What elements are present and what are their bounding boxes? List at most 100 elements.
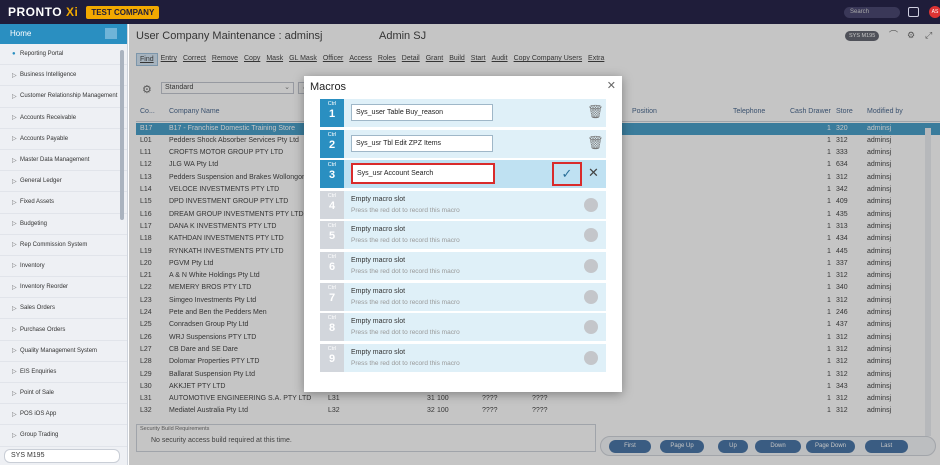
sidebar-item[interactable]: ▷ Point of Sale (0, 383, 127, 405)
empty-slot-title: Empty macro slot (351, 318, 406, 326)
sidebar-item[interactable]: ▷ Accounts Payable (0, 129, 127, 150)
chevron-right-icon: ▷ (12, 305, 17, 312)
empty-slot-title: Empty macro slot (351, 287, 406, 295)
sidebar-item[interactable]: ▷ Purchase Orders (0, 319, 127, 341)
sidebar-item[interactable]: ▷ Quality Management System (0, 341, 127, 362)
trash-icon[interactable]: 🗑 (587, 136, 604, 149)
record-button[interactable] (584, 289, 598, 304)
window-icon[interactable] (908, 7, 919, 17)
ctrl-label: Ctrl (327, 254, 337, 260)
sidebar-footer-field[interactable]: SYS M195 (4, 449, 120, 463)
sidebar-item[interactable]: ▷ POS iOS App (0, 404, 127, 426)
sidebar-item-label: Accounts Payable (20, 135, 69, 142)
company-badge: TEST COMPANY (86, 5, 160, 19)
sidebar-item-label: Sales Orders (20, 305, 56, 312)
macro-slot: Ctrl 2 Sys_usr Tbl Edit ZPZ Items 🗑 (320, 129, 606, 158)
sidebar-item[interactable]: ● Reporting Portal (0, 44, 127, 66)
sidebar-item[interactable]: ▷ Sales Orders (0, 298, 127, 320)
empty-slot-hint: Press the red dot to record this macro (351, 298, 460, 306)
ctrl-label: Ctrl (327, 101, 337, 107)
macro-slot: Ctrl 8 Empty macro slot Press the red dot t… (320, 313, 606, 342)
record-button[interactable] (584, 228, 598, 243)
macro-name-input[interactable]: Sys_user Table Buy_reason (351, 104, 493, 121)
chevron-right-icon: ▷ (12, 327, 17, 334)
macro-slot: Ctrl 9 Empty macro slot Press the red dot t… (320, 343, 606, 372)
confirm-checkmark-icon[interactable]: ✓ (552, 162, 582, 187)
dot-icon: ● (12, 51, 16, 58)
sidebar-item[interactable]: ▷ Fixed Assets (0, 192, 127, 214)
ctrl-number: 7 (328, 291, 336, 304)
trash-icon[interactable]: 🗑 (587, 105, 604, 118)
chevron-right-icon: ▷ (12, 432, 17, 439)
macro-slot: Ctrl 7 Empty macro slot Press the red dot t… (320, 282, 606, 311)
sidebar-item[interactable]: ▷ Budgeting (0, 214, 127, 235)
ctrl-key-badge: Ctrl 4 (320, 190, 344, 219)
sidebar-item[interactable]: ▷ Business Intelligence (0, 65, 127, 87)
sidebar-item-label: Accounts Receivable (20, 114, 77, 121)
macro-slot: Ctrl 6 Empty macro slot Press the red dot t… (320, 252, 606, 280)
record-button[interactable] (584, 197, 598, 212)
sidebar-item-label: Inventory (20, 262, 45, 269)
macro-slot: Ctrl 1 Sys_user Table Buy_reason 🗑 (320, 99, 606, 127)
sidebar-item-label: Group Trading (20, 432, 59, 439)
ctrl-label: Ctrl (327, 223, 337, 230)
chevron-right-icon: ▷ (12, 242, 17, 249)
empty-slot-title: Empty macro slot (351, 226, 406, 234)
sidebar-item-label: Reporting Portal (20, 51, 64, 58)
empty-slot-hint: Press the red dot to record this macro (351, 359, 460, 367)
ctrl-key-badge: Ctrl 6 (320, 252, 344, 280)
ctrl-label: Ctrl (327, 284, 337, 291)
sidebar-scrollbar[interactable] (120, 50, 124, 220)
sidebar-item-label: Purchase Orders (20, 326, 66, 333)
ctrl-number: 1 (328, 108, 336, 120)
chevron-right-icon: ▷ (12, 284, 17, 291)
dialog-title: Macros (310, 81, 347, 93)
sidebar-item[interactable]: ▷ Accounts Receivable (0, 108, 127, 129)
close-icon[interactable]: ✕ (607, 79, 616, 92)
ctrl-number: 5 (328, 230, 336, 243)
user-avatar[interactable]: AS (929, 6, 940, 18)
macro-slot: Ctrl 3 Sys_usr Account Search ✓ ✕ (320, 160, 606, 189)
sidebar-home[interactable]: Home (0, 24, 127, 44)
chevron-right-icon: ▷ (12, 199, 17, 206)
chevron-right-icon: ▷ (12, 136, 17, 143)
empty-slot-title: Empty macro slot (351, 195, 406, 203)
sidebar-item-label: Fixed Assets (20, 199, 55, 206)
ctrl-number: 8 (328, 322, 336, 335)
macro-name-input[interactable]: Sys_usr Tbl Edit ZPZ Items (351, 134, 493, 152)
empty-slot-hint: Press the red dot to record this macro (351, 268, 460, 275)
chevron-right-icon: ▷ (12, 369, 17, 376)
sidebar-item-label: Quality Management System (20, 347, 98, 354)
chevron-right-icon: ▷ (12, 178, 17, 185)
sidebar-item[interactable]: ▷ Customer Relationship Management (0, 86, 127, 108)
sidebar-item[interactable]: ▷ Inventory Reorder (0, 277, 127, 299)
chart-icon (105, 28, 117, 39)
sidebar-item[interactable]: ▷ Rep Commission System (0, 235, 127, 256)
cancel-x-icon[interactable]: ✕ (588, 165, 599, 180)
chevron-right-icon: ▷ (12, 263, 17, 270)
macros-dialog: Macros ✕ Ctrl 1 Sys_user Table Buy_reason 🗑… (304, 76, 622, 392)
record-button[interactable] (584, 350, 598, 365)
macro-name-input[interactable]: Sys_usr Account Search (351, 163, 495, 185)
chevron-right-icon: ▷ (12, 411, 17, 418)
sidebar-item-label: Inventory Reorder (20, 284, 69, 291)
sidebar-item[interactable]: ▷ Master Data Management (0, 150, 127, 172)
sidebar-item-label: Master Data Management (20, 157, 90, 164)
sidebar-item[interactable]: ▷ General Ledger (0, 171, 127, 193)
sidebar-item[interactable]: ▷ EIS Enquiries (0, 362, 127, 383)
sidebar-item-label: EIS Enquiries (20, 368, 57, 375)
ctrl-number: 6 (328, 261, 336, 273)
top-bar: PRONTO Xi TEST COMPANY Search AS (0, 0, 940, 24)
ctrl-key-badge: Ctrl 9 (320, 343, 344, 372)
global-search-input[interactable]: Search (844, 7, 900, 18)
ctrl-key-badge: Ctrl 1 (320, 99, 344, 127)
record-button[interactable] (584, 259, 598, 273)
ctrl-number: 9 (328, 352, 336, 365)
ctrl-label: Ctrl (327, 131, 337, 138)
sidebar-item[interactable]: ▷ Inventory (0, 256, 127, 278)
ctrl-key-badge: Ctrl 8 (320, 313, 344, 342)
ctrl-key-badge: Ctrl 2 (320, 129, 344, 158)
sidebar-item[interactable]: ▷ Group Trading (0, 425, 127, 447)
macro-slot: Ctrl 5 Empty macro slot Press the red dot t… (320, 221, 606, 250)
record-button[interactable] (584, 320, 598, 335)
